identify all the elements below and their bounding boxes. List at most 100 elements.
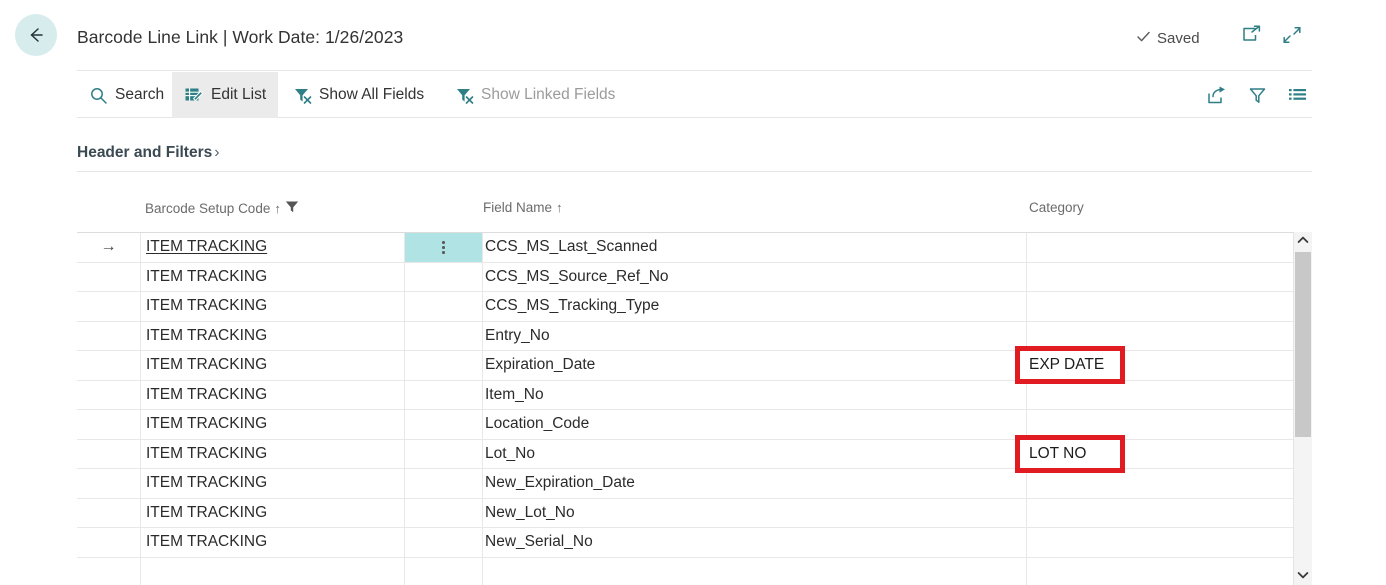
collapse-button[interactable]	[1280, 26, 1304, 48]
row-indicator-cell	[77, 558, 141, 585]
cell-barcode-setup-code[interactable]: ITEM TRACKING	[141, 233, 405, 262]
cell-value: ITEM TRACKING	[146, 297, 267, 315]
filter-clear-icon	[455, 86, 474, 105]
cell-category[interactable]	[1027, 292, 1293, 321]
cell-value: Lot_No	[485, 445, 535, 463]
cell-spacer	[405, 528, 483, 557]
cell-field-name[interactable]	[483, 558, 1027, 585]
cell-field-name[interactable]: CCS_MS_Source_Ref_No	[483, 263, 1027, 292]
header-and-filters-label: Header and Filters	[77, 144, 212, 162]
cell-value: ITEM TRACKING	[146, 533, 267, 551]
column-header-field-name[interactable]: Field Name ↑	[483, 200, 563, 215]
cell-category[interactable]	[1027, 499, 1293, 528]
cell-spacer	[405, 351, 483, 380]
cell-field-name[interactable]: Location_Code	[483, 410, 1027, 439]
row-indicator-cell	[77, 381, 141, 410]
cell-field-name[interactable]: New_Lot_No	[483, 499, 1027, 528]
header-and-filters-section: Header and Filters ›	[77, 140, 1312, 172]
cell-value: ITEM TRACKING	[146, 268, 267, 286]
cell-spacer	[405, 469, 483, 498]
cell-field-name[interactable]: CCS_MS_Last_Scanned	[483, 233, 1027, 262]
cell-value: Location_Code	[485, 415, 589, 433]
cell-barcode-setup-code[interactable]: ITEM TRACKING	[141, 263, 405, 292]
table-row[interactable]: ITEM TRACKING New_Lot_No	[77, 499, 1293, 529]
row-indicator-cell	[77, 499, 141, 528]
cell-barcode-setup-code[interactable]: ITEM TRACKING	[141, 499, 405, 528]
cell-category[interactable]	[1027, 558, 1293, 585]
table-row[interactable]: ITEM TRACKING New_Expiration_Date	[77, 469, 1293, 499]
table-row[interactable]: →ITEM TRACKINGCCS_MS_Last_Scanned	[77, 233, 1293, 263]
filter-applied-icon	[285, 200, 299, 216]
selected-cell-menu[interactable]	[405, 233, 483, 262]
cell-category[interactable]	[1027, 469, 1293, 498]
cell-barcode-setup-code[interactable]: ITEM TRACKING	[141, 292, 405, 321]
toolbar-label-show-all-fields: Show All Fields	[319, 86, 424, 104]
header-and-filters-toggle[interactable]: Header and Filters ›	[77, 144, 220, 162]
cell-value: Entry_No	[485, 327, 550, 345]
cell-field-name[interactable]: Item_No	[483, 381, 1027, 410]
cell-barcode-setup-code[interactable]: ITEM TRACKING	[141, 528, 405, 557]
more-options-icon[interactable]	[442, 241, 445, 254]
table-row[interactable]	[77, 558, 1293, 585]
cell-barcode-setup-code[interactable]: ITEM TRACKING	[141, 351, 405, 380]
row-indicator-cell	[77, 469, 141, 498]
cell-value: CCS_MS_Source_Ref_No	[485, 268, 669, 286]
column-header-barcode-setup-code[interactable]: Barcode Setup Code ↑	[145, 200, 299, 216]
cell-field-name[interactable]: Lot_No	[483, 440, 1027, 469]
cell-spacer	[405, 381, 483, 410]
toolbar-item-edit-list[interactable]: Edit List	[172, 72, 278, 118]
row-indicator-cell	[77, 263, 141, 292]
table-row[interactable]: ITEM TRACKING CCS_MS_Source_Ref_No	[77, 263, 1293, 293]
toolbar-item-show-linked-fields[interactable]: Show Linked Fields	[443, 72, 627, 118]
scroll-down-button[interactable]	[1294, 567, 1312, 585]
magnifier-icon	[89, 86, 108, 105]
cell-spacer	[405, 499, 483, 528]
toolbar-item-search[interactable]: Search	[77, 72, 176, 118]
cell-value: Expiration_Date	[485, 356, 595, 374]
row-indicator-cell	[77, 410, 141, 439]
cell-field-name[interactable]: New_Serial_No	[483, 528, 1027, 557]
table-row[interactable]: ITEM TRACKING Item_No	[77, 381, 1293, 411]
filter-funnel-icon[interactable]	[1246, 84, 1268, 106]
cell-field-name[interactable]: CCS_MS_Tracking_Type	[483, 292, 1027, 321]
filter-clear-icon	[293, 86, 312, 105]
saved-status: Saved	[1135, 28, 1200, 49]
row-indicator-cell	[77, 351, 141, 380]
cell-barcode-setup-code[interactable]: ITEM TRACKING	[141, 322, 405, 351]
cell-value: ITEM TRACKING	[146, 474, 267, 492]
cell-barcode-setup-code[interactable]: ITEM TRACKING	[141, 410, 405, 439]
column-header-label: Category	[1029, 200, 1084, 215]
table-row[interactable]: ITEM TRACKING CCS_MS_Tracking_Type	[77, 292, 1293, 322]
scrollbar-thumb[interactable]	[1295, 252, 1311, 437]
scroll-up-button[interactable]	[1294, 232, 1312, 250]
cell-value: CCS_MS_Tracking_Type	[485, 297, 659, 315]
open-in-new-window-button[interactable]	[1239, 26, 1263, 48]
toolbar-item-show-all-fields[interactable]: Show All Fields	[281, 72, 436, 118]
cell-field-name[interactable]: Expiration_Date	[483, 351, 1027, 380]
back-button[interactable]	[15, 14, 57, 56]
cell-value: ITEM TRACKING	[146, 445, 267, 463]
share-icon[interactable]	[1206, 84, 1228, 106]
cell-field-name[interactable]: New_Expiration_Date	[483, 469, 1027, 498]
table-row[interactable]: ITEM TRACKING New_Serial_No	[77, 528, 1293, 558]
vertical-scrollbar[interactable]	[1293, 232, 1312, 585]
column-header-category[interactable]: Category	[1029, 200, 1084, 215]
cell-barcode-setup-code[interactable]: ITEM TRACKING	[141, 469, 405, 498]
list-view-icon[interactable]	[1286, 84, 1308, 106]
cell-value: ITEM TRACKING	[146, 386, 267, 404]
annotation-highlight-box: EXP DATE	[1015, 346, 1125, 384]
column-header-label: Field Name	[483, 200, 552, 215]
cell-category[interactable]	[1027, 528, 1293, 557]
cell-value: New_Lot_No	[485, 504, 575, 522]
cell-field-name[interactable]: Entry_No	[483, 322, 1027, 351]
open-in-new-window-icon	[1241, 25, 1262, 49]
cell-spacer	[405, 322, 483, 351]
cell-barcode-setup-code[interactable]: ITEM TRACKING	[141, 440, 405, 469]
action-toolbar: Search Edit List Show All Fields	[77, 70, 1312, 118]
cell-barcode-setup-code[interactable]: ITEM TRACKING	[141, 381, 405, 410]
row-indicator-cell	[77, 440, 141, 469]
cell-category[interactable]	[1027, 263, 1293, 292]
cell-category[interactable]	[1027, 381, 1293, 410]
cell-category[interactable]	[1027, 233, 1293, 262]
cell-barcode-setup-code[interactable]	[141, 558, 405, 585]
